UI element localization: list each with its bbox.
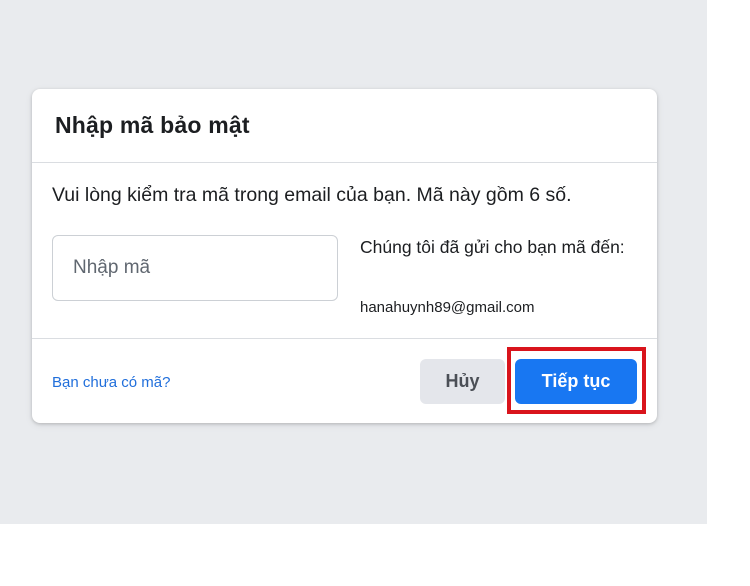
cancel-button[interactable]: Hủy	[420, 359, 505, 404]
continue-button[interactable]: Tiếp tục	[515, 359, 637, 404]
no-code-link[interactable]: Bạn chưa có mã?	[52, 374, 170, 391]
dialog-footer: Bạn chưa có mã? Hủy Tiếp tục	[32, 338, 657, 423]
dialog-header: Nhập mã bảo mật	[32, 89, 657, 163]
sent-to-label: Chúng tôi đã gửi cho bạn mã đến:	[360, 237, 625, 257]
security-code-dialog: Nhập mã bảo mật Vui lòng kiểm tra mã tro…	[32, 89, 657, 423]
dialog-title: Nhập mã bảo mật	[55, 112, 250, 138]
instruction-text: Vui lòng kiểm tra mã trong email của bạn…	[52, 184, 572, 206]
recipient-email: hanahuynh89@gmail.com	[360, 299, 535, 316]
security-code-input[interactable]	[52, 235, 338, 301]
